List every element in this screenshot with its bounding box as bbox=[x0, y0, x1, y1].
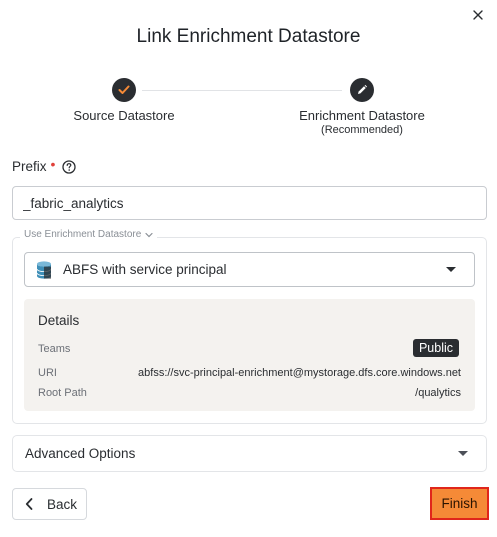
details-card: Details Teams Public URI abfss://svc-pri… bbox=[24, 299, 475, 411]
detail-key-teams: Teams bbox=[38, 343, 71, 355]
detail-key-uri: URI bbox=[38, 367, 57, 379]
detail-value-uri: abfss://svc-principal-enrichment@mystora… bbox=[138, 367, 461, 379]
finish-button[interactable]: Finish bbox=[432, 489, 487, 518]
step-source-label: Source Datastore bbox=[73, 108, 175, 123]
prefix-label: Prefix bbox=[12, 159, 47, 174]
required-indicator: • bbox=[50, 155, 56, 172]
close-button[interactable] bbox=[468, 5, 488, 25]
back-button-label: Back bbox=[47, 496, 78, 512]
detail-key-root-path: Root Path bbox=[38, 387, 87, 399]
chevron-left-icon bbox=[25, 498, 33, 510]
caret-down-icon bbox=[458, 451, 468, 456]
prefix-input[interactable] bbox=[12, 186, 487, 220]
caret-down-icon bbox=[446, 267, 456, 272]
advanced-options-label: Advanced Options bbox=[25, 446, 136, 461]
stepper-connector bbox=[142, 90, 342, 91]
details-title: Details bbox=[38, 313, 80, 328]
enrichment-group-toggle[interactable]: Use Enrichment Datastore bbox=[20, 229, 158, 240]
back-button[interactable]: Back bbox=[12, 488, 87, 520]
check-icon bbox=[118, 85, 130, 94]
advanced-options-toggle[interactable]: Advanced Options bbox=[12, 435, 487, 472]
step-enrichment-sublabel: (Recommended) bbox=[321, 124, 403, 136]
database-icon bbox=[36, 260, 52, 279]
close-icon bbox=[473, 10, 483, 20]
help-icon[interactable] bbox=[61, 159, 76, 174]
step-source-indicator bbox=[112, 78, 136, 102]
enrichment-datastore-select[interactable]: ABFS with service principal bbox=[24, 252, 475, 287]
chevron-down-icon bbox=[145, 232, 153, 237]
enrichment-datastore-value: ABFS with service principal bbox=[63, 262, 227, 277]
step-enrichment-label: Enrichment Datastore bbox=[299, 108, 425, 123]
pencil-icon bbox=[358, 84, 368, 94]
prefix-label-row: Prefix • bbox=[12, 155, 76, 174]
teams-badge: Public bbox=[412, 339, 459, 357]
dialog-title: Link Enrichment Datastore bbox=[136, 26, 361, 47]
step-enrichment-indicator bbox=[350, 78, 374, 102]
detail-value-root-path: /qualytics bbox=[415, 387, 461, 399]
finish-highlight: Finish bbox=[430, 487, 489, 520]
enrichment-group-legend: Use Enrichment Datastore bbox=[24, 229, 142, 240]
